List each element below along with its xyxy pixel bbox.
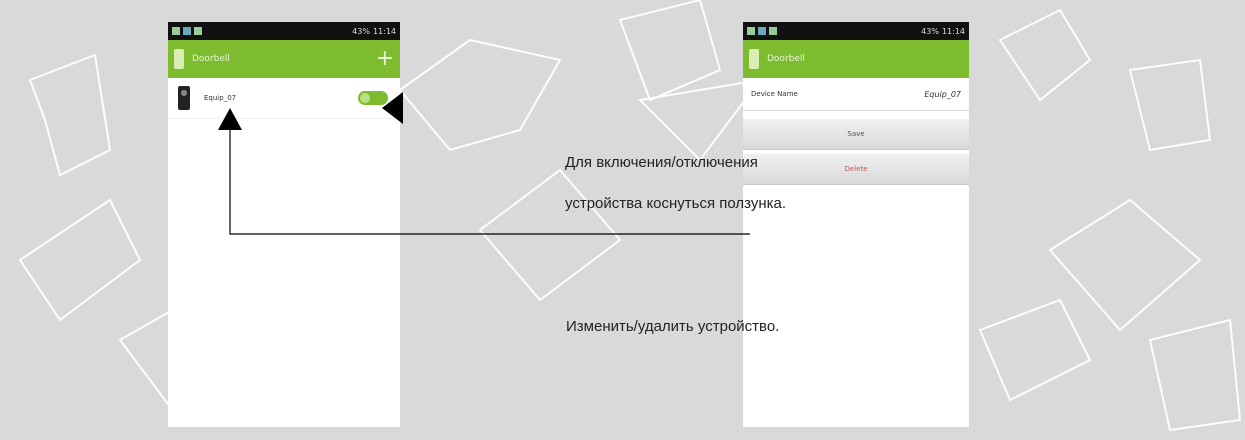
toggle-pointer-arrow xyxy=(382,92,403,124)
device-pointer-arrow xyxy=(218,108,242,130)
edit-connector-line xyxy=(229,128,750,235)
annotation-arrows xyxy=(218,92,750,235)
toggle-hint-line-2: устройства коснуться ползунка. xyxy=(565,195,787,212)
edit-hint: Изменить/удалить устройство. xyxy=(566,318,780,335)
toggle-hint-line-1: Для включения/отключения xyxy=(565,154,758,171)
